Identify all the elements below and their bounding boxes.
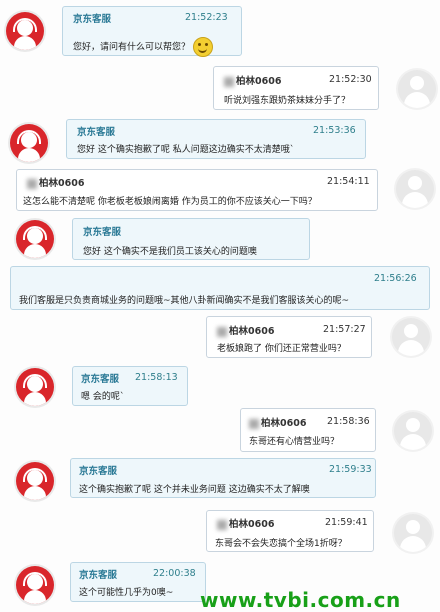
user-avatar	[392, 318, 430, 356]
message-time: 21:58:36	[327, 416, 370, 427]
cs-avatar	[16, 462, 54, 500]
message-bubble: 柏林0606 21:54:11 这怎么能不清楚呢 你老板老板娘闹离婚 作为员工的…	[16, 169, 378, 211]
message-bubble: 京东客服 22:00:38 这个可能性几乎为0噢~	[70, 562, 206, 602]
message-bubble: 京东客服 21:59:33 这个确实抱歉了呢 这个并未业务问题 这边确实不太了解…	[70, 458, 376, 498]
message-bubble: 柏林0606 21:52:30 听说刘强东跟奶茶妹妹分手了？	[213, 66, 379, 110]
message-text: 老板娘跑了 你们还正常营业吗？	[217, 344, 346, 354]
message-bubble: 柏林0606 21:57:27 老板娘跑了 你们还正常营业吗？	[206, 316, 372, 358]
message-text: 这个可能性几乎为0噢~	[79, 588, 174, 598]
message-time: 21:57:27	[323, 324, 366, 335]
message-time: 21:59:33	[329, 464, 372, 475]
sender-name: 京东客服	[79, 466, 118, 477]
sender-name: 柏林0606	[27, 175, 84, 189]
user-avatar	[398, 70, 436, 108]
sender-name: 柏林0606	[224, 73, 281, 87]
message-time: 22:00:38	[153, 568, 196, 579]
watermark: www.tvbi.com.cn	[200, 588, 401, 612]
message-bubble: 京东客服 21:52:23 您好，请问有什么可以帮您？	[62, 6, 242, 57]
message-time: 21:54:11	[327, 176, 370, 187]
message-text: 这个确实抱歉了呢 这个并未业务问题 这边确实不太了解噢	[79, 485, 310, 495]
sender-name: 京东客服	[73, 14, 112, 25]
message-time: 21:58:13	[135, 372, 178, 383]
message-bubble: 21:56:26 我们客服是只负责商城业务的问题哦~其他八卦新闻确实不是我们客服…	[10, 266, 430, 310]
sender-name: 京东客服	[77, 127, 116, 138]
message-bubble: 京东客服 21:58:13 嗯 会的呢`	[72, 366, 188, 406]
message-text: 嗯 会的呢`	[81, 392, 125, 402]
sender-name: 京东客服	[79, 570, 118, 581]
cs-avatar	[16, 368, 54, 406]
cs-avatar	[6, 12, 44, 50]
message-bubble: 京东客服 您好 这个确实不是我们员工该关心的问题噢	[72, 218, 310, 260]
message-text: 东哥还有心情营业吗？	[249, 437, 340, 447]
smile-emoji-icon	[193, 37, 214, 57]
sender-name: 柏林0606	[249, 415, 306, 429]
message-time: 21:52:23	[185, 12, 228, 23]
message-text: 我们客服是只负责商城业务的问题哦~其他八卦新闻确实不是我们客服该关心的呢~	[19, 296, 350, 306]
message-bubble: 柏林0606 21:59:41 东哥会不会失恋搞个全场1折呀？	[206, 510, 374, 552]
message-bubble: 京东客服 21:53:36 您好 这个确实抱歉了呢 私人问题这边确实不太清楚哦`	[66, 119, 366, 159]
user-avatar	[394, 412, 432, 450]
sender-name: 京东客服	[83, 227, 122, 238]
message-time: 21:56:26	[374, 273, 417, 284]
sender-name: 京东客服	[81, 374, 120, 385]
message-text: 您好 这个确实抱歉了呢 私人问题这边确实不太清楚哦`	[77, 145, 295, 155]
cs-avatar	[10, 124, 48, 162]
message-text: 东哥会不会失恋搞个全场1折呀？	[215, 539, 347, 549]
user-avatar	[396, 170, 434, 208]
message-time: 21:53:36	[313, 125, 356, 136]
message-time: 21:59:41	[325, 517, 368, 528]
message-text: 这怎么能不清楚呢 你老板老板娘闹离婚 作为员工的你不应该关心一下吗？	[23, 197, 317, 207]
message-text: 您好，请问有什么可以帮您？	[73, 37, 214, 57]
sender-name: 柏林0606	[217, 516, 274, 530]
cs-avatar	[16, 220, 54, 258]
cs-avatar	[16, 566, 54, 604]
sender-name: 柏林0606	[217, 323, 274, 337]
message-text: 您好 这个确实不是我们员工该关心的问题噢	[83, 247, 257, 257]
message-bubble: 柏林0606 21:58:36 东哥还有心情营业吗？	[240, 408, 376, 452]
message-text: 听说刘强东跟奶茶妹妹分手了？	[224, 96, 351, 106]
message-time: 21:52:30	[329, 74, 372, 85]
user-avatar	[394, 514, 432, 552]
